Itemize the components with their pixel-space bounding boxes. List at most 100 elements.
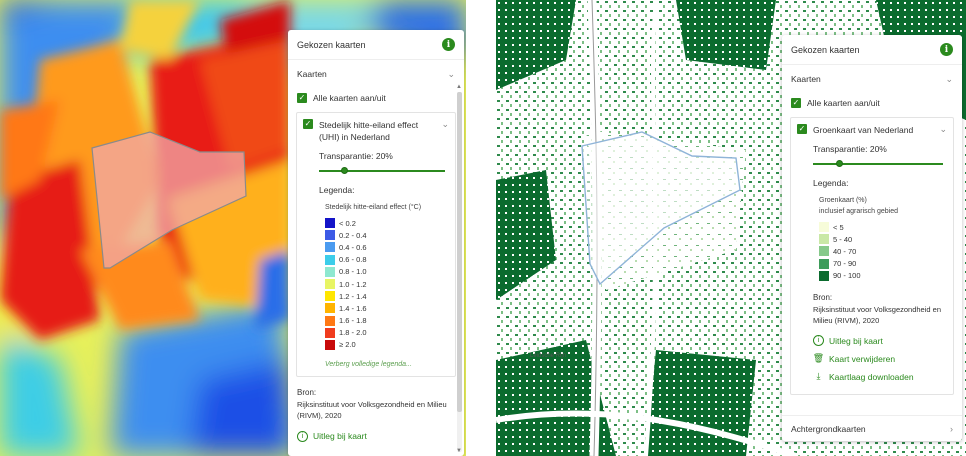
legend-item-label: ≥ 2.0 — [339, 340, 356, 350]
legend-item: 0.4 - 0.6 — [325, 241, 449, 253]
chevron-down-icon: ⌄ — [447, 68, 455, 79]
maps-section-header[interactable]: Kaarten ⌄ — [782, 65, 962, 93]
legend-subtitle: inclusief agrarisch gebied — [819, 208, 898, 215]
background-maps-row[interactable]: Achtergrondkaarten › — [782, 415, 962, 441]
legend-item: 1.6 - 1.8 — [325, 315, 449, 327]
heat-map-screen: Gekozen kaarten i Kaarten ⌄ ✓ Alle kaart… — [0, 0, 466, 456]
explain-map-label: Uitleg bij kaart — [313, 431, 367, 442]
legend-item: 1.4 - 1.6 — [325, 302, 449, 314]
toggle-all-label: Alle kaarten aan/uit — [807, 98, 880, 108]
panel-scrollbar[interactable] — [457, 92, 462, 452]
legend-item: < 5 — [819, 221, 947, 233]
layer-card-green: ✓ Groenkaart van Nederland ⌄ Transparant… — [790, 117, 954, 395]
legend-item-label: 1.4 - 1.6 — [339, 303, 367, 313]
legend-item: 0.6 - 0.8 — [325, 254, 449, 266]
checkbox-checked-icon[interactable]: ✓ — [303, 119, 313, 129]
legend-swatch — [819, 246, 829, 257]
legend-item: 0.8 - 1.0 — [325, 266, 449, 278]
info-icon[interactable]: i — [442, 38, 455, 51]
slider-track — [319, 170, 445, 172]
chevron-down-icon[interactable]: ⌄ — [441, 119, 449, 130]
layer-header[interactable]: ✓ Stedelijk hitte-eiland effect (UHI) in… — [303, 119, 449, 143]
legend-title: Stedelijk hitte-eiland effect (°C) — [325, 204, 422, 211]
layer-card-uhi: ✓ Stedelijk hitte-eiland effect (UHI) in… — [296, 112, 456, 378]
legend-swatch — [819, 234, 829, 245]
legend-heading: Legenda: — [319, 185, 355, 195]
legend-heading: Legenda: — [813, 178, 849, 188]
source-title: Bron: — [813, 292, 833, 302]
legend-swatch — [325, 230, 335, 241]
slider-handle[interactable] — [341, 167, 349, 174]
maps-section-label: Kaarten — [791, 74, 821, 84]
layer-name: Groenkaart van Nederland — [813, 125, 914, 135]
legend-item-label: < 0.2 — [339, 218, 356, 228]
legend-swatch — [819, 222, 829, 233]
source-text: Rijksinstituut voor Volksgezondheid en M… — [813, 304, 941, 325]
legend-swatch — [325, 266, 335, 277]
legend-swatch — [325, 315, 335, 326]
legend-swatch — [325, 279, 335, 290]
explain-map-label: Uitleg bij kaart — [829, 335, 883, 346]
scroll-up-icon[interactable]: ▲ — [456, 84, 462, 90]
source-block: Bron: Rijksinstituut voor Volksgezondhei… — [797, 292, 947, 326]
chevron-right-icon: › — [950, 423, 953, 434]
transparency-slider[interactable] — [319, 167, 445, 175]
legend-item-label: 1.0 - 1.2 — [339, 279, 367, 289]
source-title: Bron: — [297, 388, 317, 398]
checkbox-checked-icon[interactable]: ✓ — [297, 93, 307, 103]
legend-swatch — [325, 218, 335, 229]
legend-swatch — [325, 339, 335, 350]
panel-title: Gekozen kaarten — [297, 39, 366, 50]
legend-item: 90 - 100 — [819, 270, 947, 282]
transparency-label: Transparantie: 20% — [813, 144, 887, 154]
chevron-down-icon: ⌄ — [945, 73, 953, 84]
slider-handle[interactable] — [836, 160, 843, 167]
background-maps-label: Achtergrondkaarten — [791, 423, 866, 434]
toggle-all-maps[interactable]: ✓ Alle kaarten aan/uit — [782, 93, 962, 113]
panel-header: Gekozen kaarten i — [288, 30, 464, 60]
scroll-down-icon[interactable]: ▼ — [456, 448, 462, 454]
toggle-legend-link[interactable]: Verberg volledige legenda... — [325, 361, 449, 368]
legend-swatch — [325, 327, 335, 338]
legend-title: Groenkaart (%) — [819, 197, 867, 204]
legend-swatch — [325, 303, 335, 314]
green-map-screen: Leidsche Rijn Gekozen kaarten i Kaarten … — [496, 0, 966, 456]
remove-map-button[interactable]: 🗑 Kaart verwijderen — [797, 350, 947, 368]
legend-item-label: 0.2 - 0.4 — [339, 230, 367, 240]
legend-list: < 0.2 0.2 - 0.4 0.4 - 0.6 0.6 - 0.8 0.8 - 1.… — [325, 217, 449, 351]
legend-item: 5 - 40 — [819, 233, 947, 245]
maps-section-header[interactable]: Kaarten ⌄ — [288, 60, 464, 88]
help-circle-icon: i — [297, 430, 308, 442]
chevron-down-icon[interactable]: ⌄ — [939, 124, 947, 135]
legend-item-label: < 5 — [833, 222, 844, 232]
legend-item-label: 0.8 - 1.0 — [339, 267, 367, 277]
transparency-slider[interactable] — [813, 160, 943, 168]
legend-item-label: 90 - 100 — [833, 271, 861, 281]
scrollbar-thumb[interactable] — [457, 92, 462, 412]
explain-map-button[interactable]: i Uitleg bij kaart — [288, 427, 464, 445]
help-circle-icon: i — [813, 335, 824, 347]
download-layer-button[interactable]: ⤓ Kaartlaag downloaden — [797, 368, 947, 386]
maps-section-label: Kaarten — [297, 69, 327, 79]
checkbox-checked-icon[interactable]: ✓ — [791, 98, 801, 108]
legend-item-label: 0.6 - 0.8 — [339, 255, 367, 265]
legend-swatch — [819, 258, 829, 269]
legend-item: 1.8 - 2.0 — [325, 327, 449, 339]
legend-swatch — [325, 254, 335, 265]
legend-item: 40 - 70 — [819, 245, 947, 257]
transparency-label: Transparantie: 20% — [319, 151, 393, 161]
layer-header[interactable]: ✓ Groenkaart van Nederland ⌄ — [797, 124, 947, 136]
trash-icon: 🗑 — [812, 353, 825, 364]
legend-swatch — [325, 291, 335, 302]
legend-swatch — [325, 242, 335, 253]
checkbox-checked-icon[interactable]: ✓ — [797, 124, 807, 134]
explain-map-button[interactable]: i Uitleg bij kaart — [797, 332, 947, 350]
legend-item: 1.2 - 1.4 — [325, 290, 449, 302]
chosen-maps-panel: Gekozen kaarten i Kaarten ⌄ ✓ Alle kaart… — [782, 35, 962, 441]
info-icon[interactable]: i — [940, 43, 953, 56]
legend-item-label: 1.6 - 1.8 — [339, 316, 367, 326]
legend-list: < 5 5 - 40 40 - 70 70 - 90 90 - 100 — [819, 221, 947, 282]
legend-item-label: 70 - 90 — [833, 259, 857, 269]
toggle-all-maps[interactable]: ✓ Alle kaarten aan/uit — [288, 88, 464, 108]
legend-item-label: 1.8 - 2.0 — [339, 328, 367, 338]
